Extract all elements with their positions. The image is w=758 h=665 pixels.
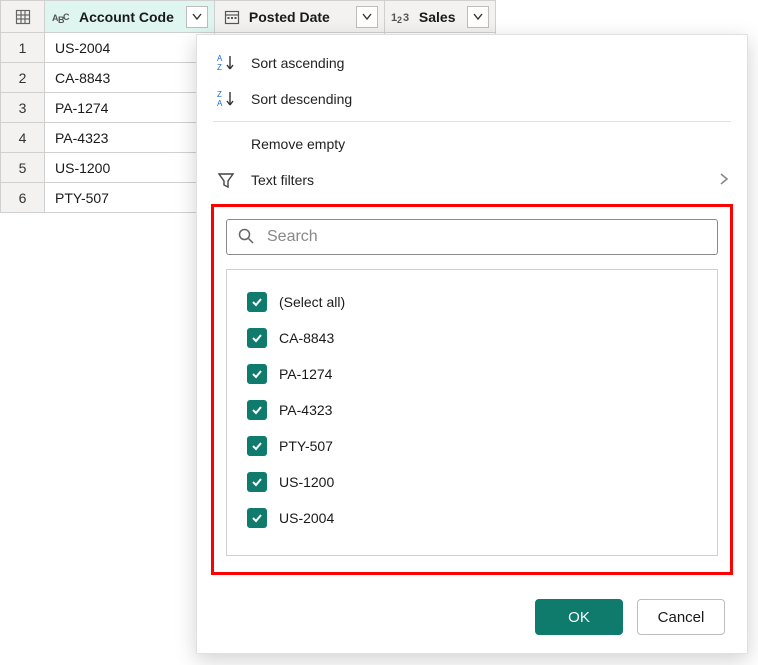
- checkbox-checked[interactable]: [247, 436, 267, 456]
- menu-label: Remove empty: [251, 136, 345, 152]
- check-icon: [250, 439, 264, 453]
- row-number[interactable]: 2: [1, 63, 45, 93]
- number-type-icon: 123: [391, 6, 413, 28]
- filter-value-label: US-1200: [279, 474, 334, 490]
- sort-ascending-item[interactable]: AZ Sort ascending: [197, 45, 747, 81]
- blank-icon: [215, 133, 237, 155]
- cell-account-code[interactable]: PA-1274: [45, 93, 215, 123]
- column-filter-button-sales[interactable]: [467, 6, 489, 28]
- table-icon: [12, 6, 34, 28]
- dialog-button-row: OK Cancel: [197, 585, 747, 653]
- svg-text:C: C: [63, 12, 70, 22]
- chevron-down-icon: [192, 13, 202, 21]
- svg-text:Z: Z: [217, 63, 222, 72]
- row-number[interactable]: 4: [1, 123, 45, 153]
- search-input[interactable]: [265, 227, 707, 247]
- search-field-wrapper[interactable]: [226, 219, 718, 255]
- svg-text:A: A: [217, 54, 223, 63]
- filter-value-item[interactable]: PA-1274: [243, 356, 701, 392]
- check-icon: [250, 475, 264, 489]
- check-icon: [250, 295, 264, 309]
- filter-value-label: PA-1274: [279, 366, 332, 382]
- check-icon: [250, 367, 264, 381]
- select-all-header[interactable]: [1, 1, 45, 33]
- ok-button[interactable]: OK: [535, 599, 623, 635]
- svg-text:3: 3: [403, 12, 409, 24]
- text-type-icon: ABC: [51, 6, 73, 28]
- column-header-sales[interactable]: 123 Sales: [384, 1, 496, 33]
- button-label: Cancel: [658, 609, 705, 626]
- filter-value-label: PA-4323: [279, 402, 332, 418]
- chevron-right-icon: [719, 172, 729, 189]
- cell-account-code[interactable]: US-1200: [45, 153, 215, 183]
- svg-text:A: A: [217, 99, 223, 108]
- menu-label: Sort descending: [251, 91, 352, 107]
- checkbox-checked[interactable]: [247, 508, 267, 528]
- column-label: Account Code: [79, 9, 174, 25]
- column-header-account-code[interactable]: ABC Account Code: [45, 1, 215, 33]
- filter-values-list: (Select all) CA-8843 PA-1274 PA-4323 PTY-507…: [226, 269, 718, 556]
- menu-label: Text filters: [251, 172, 314, 188]
- check-icon: [250, 403, 264, 417]
- date-type-icon: [221, 6, 243, 28]
- search-icon: [237, 227, 255, 248]
- cell-account-code[interactable]: US-2004: [45, 33, 215, 63]
- filter-value-label: (Select all): [279, 294, 345, 310]
- menu-label: Sort ascending: [251, 55, 344, 71]
- cancel-button[interactable]: Cancel: [637, 599, 725, 635]
- sort-descending-item[interactable]: ZA Sort descending: [197, 81, 747, 117]
- remove-empty-item[interactable]: Remove empty: [197, 126, 747, 162]
- row-number[interactable]: 3: [1, 93, 45, 123]
- filter-value-item[interactable]: US-2004: [243, 500, 701, 536]
- sort-descending-icon: ZA: [215, 88, 237, 110]
- filter-value-item[interactable]: (Select all): [243, 284, 701, 320]
- svg-text:2: 2: [397, 15, 402, 25]
- sort-ascending-icon: AZ: [215, 52, 237, 74]
- filter-value-item[interactable]: PTY-507: [243, 428, 701, 464]
- checkbox-checked[interactable]: [247, 400, 267, 420]
- cell-account-code[interactable]: PTY-507: [45, 183, 215, 213]
- column-label: Posted Date: [249, 9, 330, 25]
- filter-value-item[interactable]: CA-8843: [243, 320, 701, 356]
- row-number[interactable]: 6: [1, 183, 45, 213]
- menu-separator: [213, 121, 731, 122]
- filter-value-item[interactable]: US-1200: [243, 464, 701, 500]
- column-filter-button-account-code[interactable]: [186, 6, 208, 28]
- cell-account-code[interactable]: PA-4323: [45, 123, 215, 153]
- text-filters-item[interactable]: Text filters: [197, 162, 747, 198]
- checkbox-checked[interactable]: [247, 328, 267, 348]
- column-label: Sales: [419, 9, 456, 25]
- filter-value-item[interactable]: PA-4323: [243, 392, 701, 428]
- filter-values-highlight: (Select all) CA-8843 PA-1274 PA-4323 PTY-507…: [211, 204, 733, 575]
- filter-value-label: PTY-507: [279, 438, 333, 454]
- row-number[interactable]: 1: [1, 33, 45, 63]
- column-filter-button-posted-date[interactable]: [356, 6, 378, 28]
- chevron-down-icon: [362, 13, 372, 21]
- checkbox-checked[interactable]: [247, 292, 267, 312]
- svg-text:Z: Z: [217, 90, 222, 99]
- checkbox-checked[interactable]: [247, 364, 267, 384]
- cell-account-code[interactable]: CA-8843: [45, 63, 215, 93]
- filter-icon: [215, 169, 237, 191]
- button-label: OK: [568, 609, 590, 626]
- check-icon: [250, 511, 264, 525]
- filter-value-label: CA-8843: [279, 330, 334, 346]
- row-number[interactable]: 5: [1, 153, 45, 183]
- check-icon: [250, 331, 264, 345]
- column-header-posted-date[interactable]: Posted Date: [214, 1, 384, 33]
- checkbox-checked[interactable]: [247, 472, 267, 492]
- filter-popup: AZ Sort ascending ZA Sort descending Rem…: [196, 34, 748, 654]
- filter-value-label: US-2004: [279, 510, 334, 526]
- chevron-down-icon: [473, 13, 483, 21]
